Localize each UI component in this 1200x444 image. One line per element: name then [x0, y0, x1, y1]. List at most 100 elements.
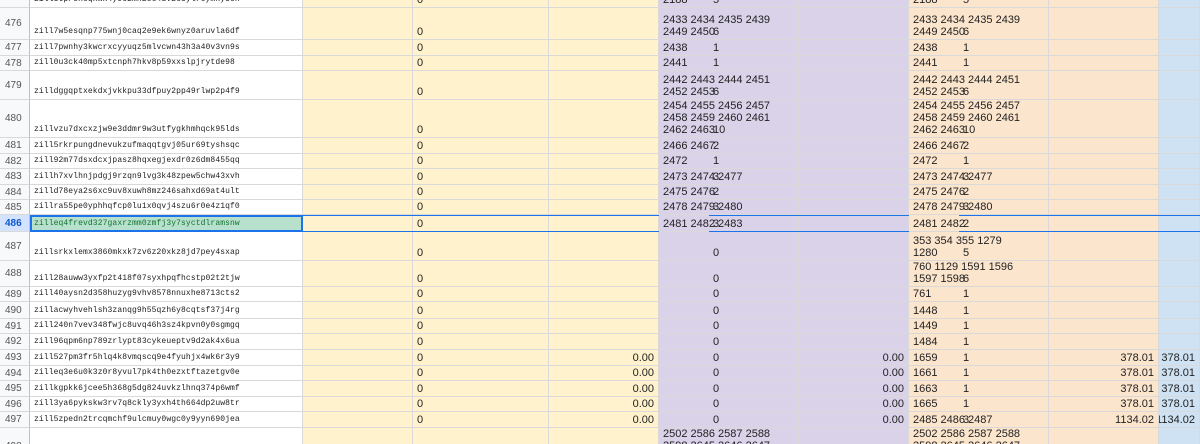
cell-e[interactable] — [659, 232, 709, 261]
row-header[interactable]: 486 — [0, 215, 30, 232]
cell-c[interactable]: 0 — [413, 200, 549, 215]
cell-j[interactable] — [1049, 71, 1159, 100]
cell-d[interactable] — [549, 169, 659, 185]
cell-j[interactable]: 378.01 — [1049, 381, 1159, 397]
empty-cell[interactable] — [303, 412, 413, 428]
cell-c[interactable]: 0 — [413, 100, 549, 138]
cell-g[interactable] — [799, 319, 909, 334]
cell-i[interactable]: 5 — [959, 0, 1049, 8]
row-header[interactable]: 492 — [0, 334, 30, 350]
row-header[interactable]: 494 — [0, 366, 30, 381]
empty-cell[interactable] — [303, 71, 413, 100]
cell-e[interactable]: 2478 2479 2480 — [659, 200, 743, 215]
empty-cell[interactable] — [303, 215, 413, 232]
cell-g[interactable]: 0.00 — [799, 366, 909, 381]
cell-f[interactable]: 1 — [709, 154, 799, 169]
cell-j[interactable] — [1049, 56, 1159, 71]
cell-c[interactable]: 0 — [413, 138, 549, 154]
cell-k[interactable] — [1159, 215, 1200, 232]
cell-h[interactable]: 761 — [909, 287, 959, 302]
cell-e[interactable] — [659, 319, 709, 334]
table-row[interactable]: 497 zill5zpedn2trcqmchf9ulcmuy0wgc0y9yyn6… — [0, 412, 1200, 428]
table-row[interactable]: 495 zillkgpkk6jcee5h368g5dg824uvkzlhnq374… — [0, 381, 1200, 397]
cell-c[interactable]: 0 — [413, 215, 549, 232]
cell-j[interactable] — [1049, 215, 1159, 232]
cell-h[interactable]: 2188 — [909, 0, 959, 8]
cell-j[interactable] — [1049, 0, 1159, 8]
row-header[interactable]: 485 — [0, 200, 30, 215]
cell-f[interactable]: 0 — [709, 350, 799, 366]
cell-j[interactable]: 378.01 — [1049, 350, 1159, 366]
cell-h[interactable]: 2442 2443 2444 2451 2452 2453 — [909, 71, 1020, 100]
row-header[interactable]: 497 — [0, 412, 30, 428]
empty-cell[interactable] — [303, 366, 413, 381]
cell-g[interactable] — [799, 215, 909, 232]
cell-h[interactable]: 2454 2455 2456 2457 2458 2459 2460 2461 … — [909, 100, 1020, 138]
table-row[interactable]: 492 zill96qpm6np789zrlypt83cykeueptv9d2ak… — [0, 334, 1200, 350]
empty-cell[interactable] — [303, 154, 413, 169]
cell-b[interactable]: zill527pm3fr5hlq4k8vmqscq9e4fyuhjx4wk6r3… — [30, 350, 303, 366]
cell-c[interactable]: 0 — [413, 8, 549, 40]
cell-i[interactable]: 1 — [959, 334, 1049, 350]
cell-g[interactable] — [799, 169, 909, 185]
row-header[interactable] — [0, 0, 30, 8]
table-row[interactable]: 477 zill7pwnhy3kwcrxcyyuqz5mlvcwn43h3a40v… — [0, 40, 1200, 56]
cell-k[interactable] — [1159, 56, 1200, 71]
cell-d[interactable]: 3402.06 — [549, 428, 659, 444]
cell-e[interactable] — [659, 334, 709, 350]
cell-e[interactable]: 2475 2476 — [659, 185, 715, 200]
cell-d[interactable]: 0.00 — [549, 350, 659, 366]
table-row[interactable]: 478 zill0u3ck40mp5xtcnph7hkv8p59xxslpjryt… — [0, 56, 1200, 71]
cell-b[interactable]: zillh7xvlhnjpdgj9rzqn9lvg3k48zpew5chw43x… — [30, 169, 303, 185]
cell-h[interactable]: 1663 — [909, 381, 959, 397]
cell-h[interactable]: 2441 — [909, 56, 959, 71]
table-row[interactable]: 493 zill527pm3fr5hlq4k8vmqscq9e4fyuhjx4wk… — [0, 350, 1200, 366]
cell-h[interactable]: 2475 2476 — [909, 185, 965, 200]
row-header[interactable]: 481 — [0, 138, 30, 154]
cell-d[interactable]: 0.00 — [549, 412, 659, 428]
cell-b[interactable]: zill40aysn2d358huzyg9vhv8578nnuxhe8713ct… — [30, 287, 303, 302]
cell-c[interactable]: 0 — [413, 232, 549, 261]
cell-d[interactable] — [549, 261, 659, 287]
row-header[interactable]: 478 — [0, 56, 30, 71]
row-header[interactable]: 490 — [0, 302, 30, 319]
cell-f[interactable]: 0 — [709, 319, 799, 334]
cell-k[interactable] — [1159, 200, 1200, 215]
cell-e[interactable] — [659, 366, 709, 381]
row-header[interactable]: 493 — [0, 350, 30, 366]
cell-b[interactable]: zilleq4frevd327gaxrzmm0zmfj3y7syctdlrams… — [30, 215, 303, 232]
table-row[interactable]: 484 zilld78eya2s6xc9uv8xuwh8mz246sahxd69a… — [0, 185, 1200, 200]
cell-d[interactable] — [549, 185, 659, 200]
cell-k[interactable]: 1134.02 — [1159, 412, 1200, 428]
cell-k[interactable] — [1159, 232, 1200, 261]
cell-g[interactable] — [799, 56, 909, 71]
cell-b[interactable]: zill28auww3yxfp2t418f07syxhpqfhcstp02t2t… — [30, 261, 303, 287]
cell-b[interactable]: zilld78eya2s6xc9uv8xuwh8mz246sahxd69at4u… — [30, 185, 303, 200]
row-header[interactable]: 488 — [0, 261, 30, 287]
cell-c[interactable]: 0 — [413, 397, 549, 412]
cell-g[interactable] — [799, 287, 909, 302]
cell-g[interactable] — [799, 71, 909, 100]
cell-d[interactable] — [549, 334, 659, 350]
cell-e[interactable]: 2441 — [659, 56, 709, 71]
cell-i[interactable]: 1 — [959, 350, 1049, 366]
cell-k[interactable]: 378.01 — [1159, 350, 1200, 366]
cell-j[interactable] — [1049, 261, 1159, 287]
cell-h[interactable]: 1448 — [909, 302, 959, 319]
empty-cell[interactable] — [303, 100, 413, 138]
cell-b[interactable]: zill5rkrpungdnevukzufmaqqtgvj05ur69tyshs… — [30, 138, 303, 154]
cell-d[interactable] — [549, 319, 659, 334]
cell-c[interactable]: 0 — [413, 319, 549, 334]
row-header[interactable]: 487 — [0, 232, 30, 261]
cell-g[interactable] — [799, 200, 909, 215]
cell-j[interactable] — [1049, 154, 1159, 169]
cell-k[interactable] — [1159, 154, 1200, 169]
cell-i[interactable]: 1 — [959, 302, 1049, 319]
cell-j[interactable] — [1049, 40, 1159, 56]
cell-k[interactable] — [1159, 169, 1200, 185]
cell-g[interactable] — [799, 185, 909, 200]
cell-i[interactable]: 1 — [959, 154, 1049, 169]
cell-d[interactable] — [549, 215, 659, 232]
cell-b[interactable]: zill96qpm6np789zrlypt83cykeueptv9d2ak4x6… — [30, 334, 303, 350]
cell-g[interactable]: 0.00 — [799, 412, 909, 428]
